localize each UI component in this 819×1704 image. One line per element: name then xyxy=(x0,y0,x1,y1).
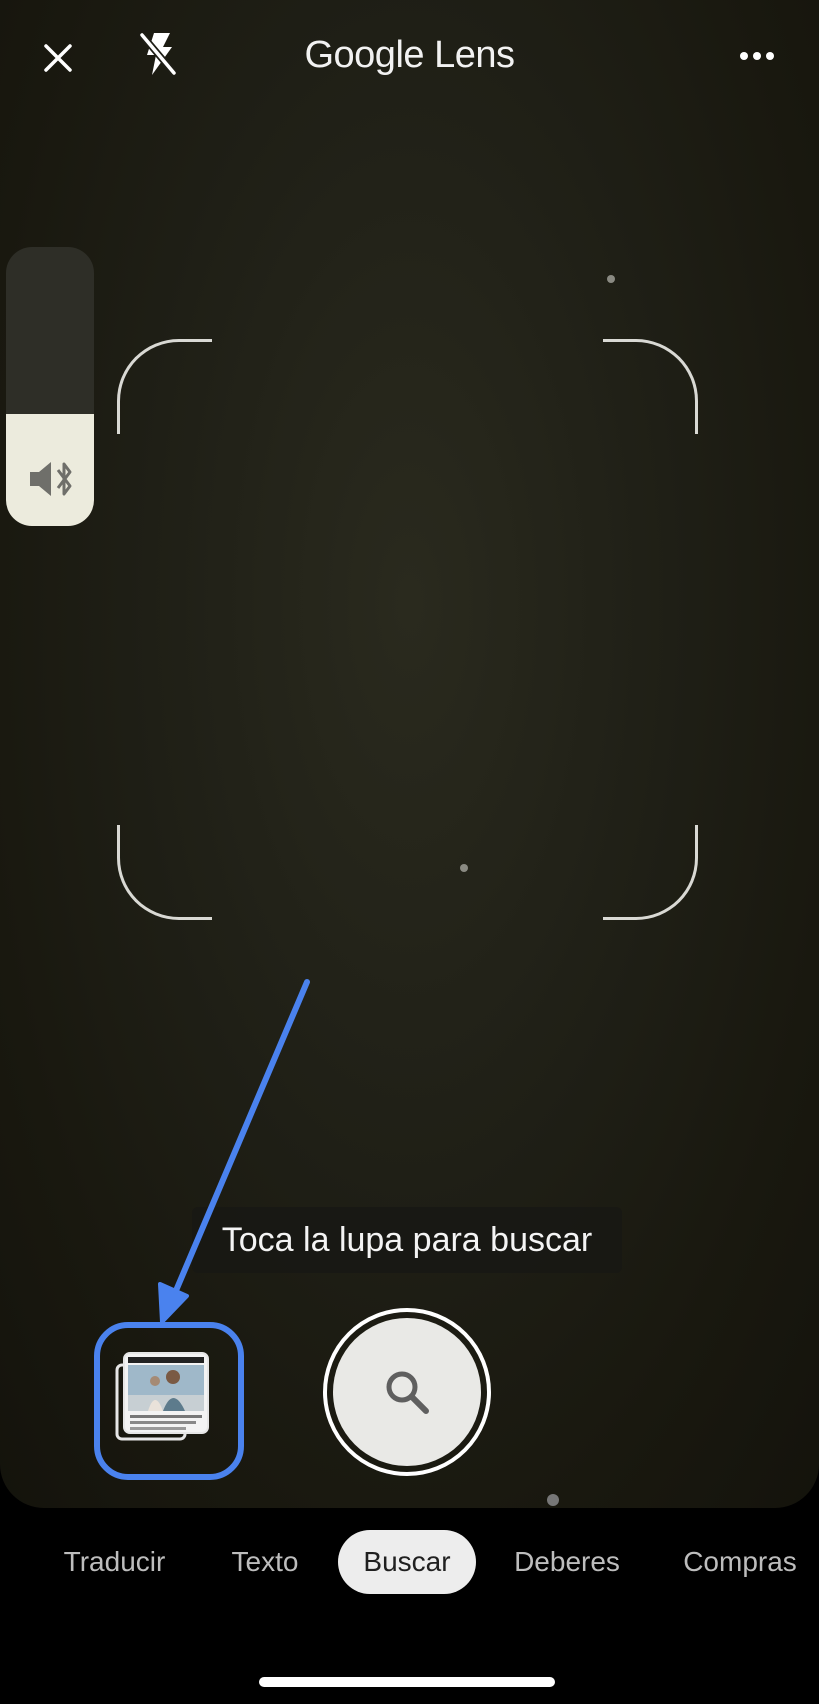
focus-dot xyxy=(460,864,468,872)
gallery-button[interactable] xyxy=(115,1351,211,1443)
search-shutter-button[interactable] xyxy=(323,1308,491,1476)
search-icon xyxy=(386,1371,429,1414)
app-title: Google Lens xyxy=(0,34,819,77)
mode-selector: Traducir Texto Buscar Deberes Compras xyxy=(0,1530,819,1596)
frame-corner-top-right xyxy=(603,339,698,434)
frame-corner-top-left xyxy=(117,339,212,434)
mode-compras[interactable]: Compras xyxy=(676,1530,804,1594)
hint-tooltip: Toca la lupa para buscar xyxy=(192,1207,622,1273)
home-indicator[interactable] xyxy=(259,1677,555,1687)
app-title-product: Lens xyxy=(434,34,515,76)
mode-texto[interactable]: Texto xyxy=(222,1530,308,1594)
more-horizontal-icon[interactable] xyxy=(733,36,781,76)
mode-buscar[interactable]: Buscar xyxy=(338,1530,476,1594)
frame-corner-bottom-right xyxy=(603,825,698,920)
page-indicator-dot xyxy=(547,1494,559,1506)
focus-dot xyxy=(607,275,615,283)
volume-slider[interactable] xyxy=(6,247,94,526)
mode-deberes[interactable]: Deberes xyxy=(506,1530,628,1594)
frame-corner-bottom-left xyxy=(117,825,212,920)
mode-traducir[interactable]: Traducir xyxy=(52,1530,177,1594)
shutter-inner xyxy=(333,1318,481,1466)
camera-viewfinder[interactable]: Google Lens Toca la lupa para buscar xyxy=(0,0,819,1508)
top-bar: Google Lens xyxy=(0,0,819,120)
app-title-brand: Google xyxy=(304,34,425,76)
volume-bluetooth-icon xyxy=(28,459,78,504)
